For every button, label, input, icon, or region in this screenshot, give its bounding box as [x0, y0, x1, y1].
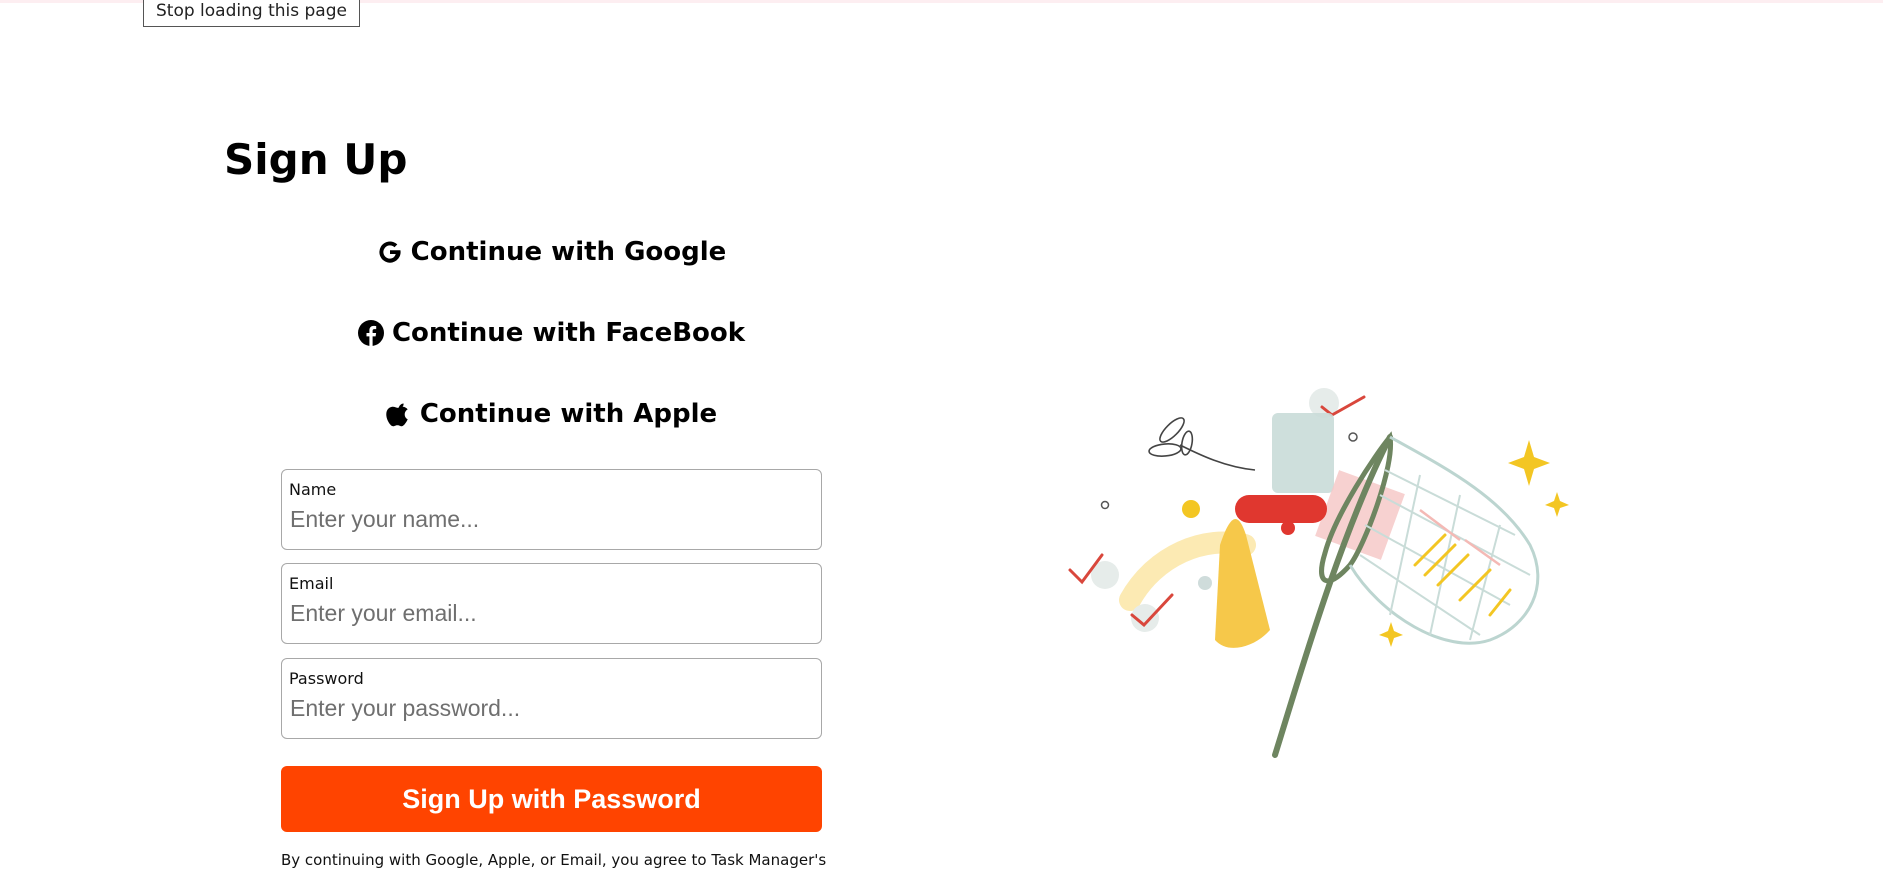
sparkle-icon — [1545, 492, 1569, 517]
facebook-button-label: Continue with FaceBook — [391, 318, 746, 348]
signup-page: Stop loading this page Sign Up Continue … — [0, 0, 1883, 877]
stop-loading-button[interactable]: Stop loading this page — [143, 0, 360, 27]
page-title: Sign Up — [224, 135, 408, 184]
continue-with-facebook-button[interactable]: Continue with FaceBook — [281, 310, 821, 356]
email-label: Email — [289, 574, 334, 593]
stop-loading-label: Stop loading this page — [156, 1, 347, 21]
password-field[interactable]: Password — [281, 658, 822, 739]
legal-notice: By continuing with Google, Apple, or Ema… — [281, 851, 827, 877]
sparkle-icon — [1379, 622, 1403, 647]
teal-square-shape — [1272, 413, 1334, 493]
net-yellow-strokes — [1413, 533, 1512, 617]
red-dot — [1281, 521, 1295, 535]
yellow-cone-shape — [1215, 518, 1270, 648]
grey-dot — [1198, 576, 1212, 590]
dragonfly-doodle — [1148, 417, 1256, 471]
sparkle-icon — [1508, 440, 1550, 486]
apple-button-label: Continue with Apple — [419, 399, 718, 429]
facebook-icon — [357, 319, 385, 347]
password-label: Password — [289, 669, 364, 688]
butterfly-net-illustration — [1068, 388, 1569, 758]
ring-dot — [1348, 432, 1358, 442]
email-field[interactable]: Email — [281, 563, 822, 644]
google-icon — [376, 238, 404, 266]
continue-with-google-button[interactable]: Continue with Google — [281, 229, 821, 275]
apple-icon — [385, 400, 413, 428]
red-pill-shape — [1235, 495, 1327, 523]
name-input[interactable] — [290, 504, 810, 534]
email-input[interactable] — [290, 598, 810, 628]
google-button-label: Continue with Google — [410, 237, 727, 267]
continue-with-apple-button[interactable]: Continue with Apple — [281, 391, 821, 437]
yellow-dot — [1182, 500, 1200, 518]
name-field[interactable]: Name — [281, 469, 822, 550]
sign-up-with-password-button[interactable]: Sign Up with Password — [281, 766, 822, 832]
name-label: Name — [289, 480, 337, 499]
ring-dot — [1100, 500, 1110, 510]
password-input[interactable] — [290, 693, 810, 723]
